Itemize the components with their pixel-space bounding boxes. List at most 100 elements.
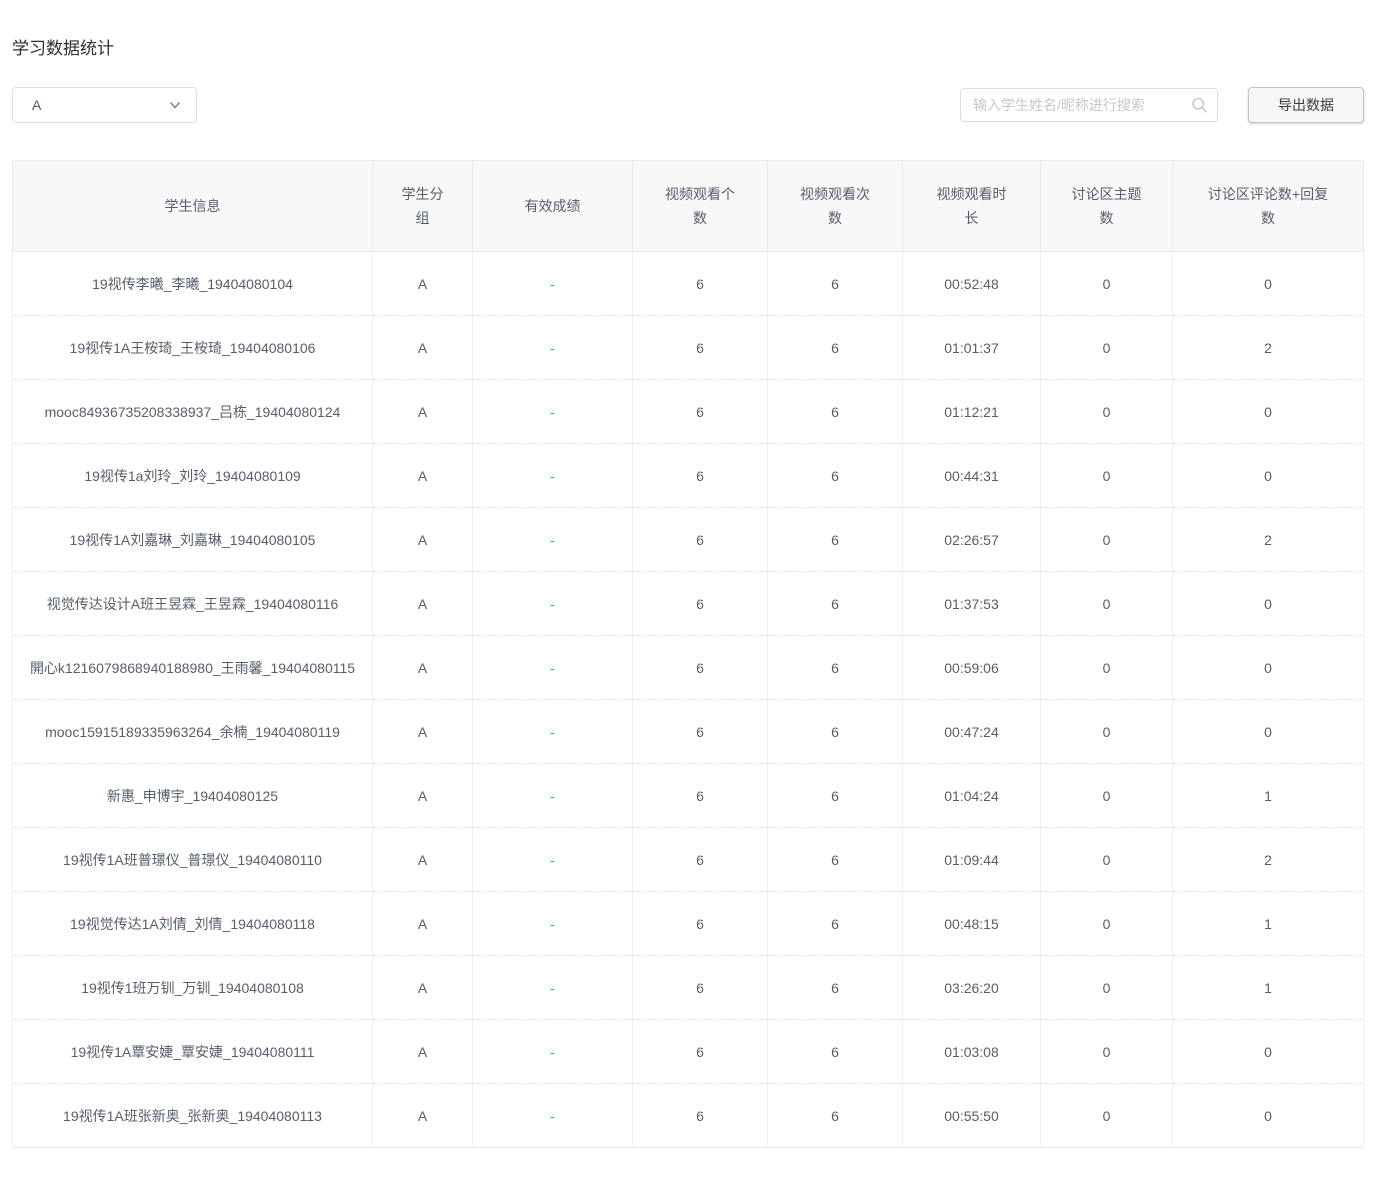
cell-forum-comments: 2: [1173, 508, 1364, 572]
search-box: [960, 88, 1218, 122]
cell-forum-topics: 0: [1041, 892, 1173, 956]
cell-videos-watched: 6: [633, 636, 768, 700]
cell-forum-topics: 0: [1041, 316, 1173, 380]
cell-student-group: A: [373, 572, 473, 636]
cell-videos-watched: 6: [633, 892, 768, 956]
cell-forum-comments: 1: [1173, 892, 1364, 956]
cell-student-info: 19视传1班万钏_万钏_19404080108: [13, 956, 373, 1020]
cell-forum-topics: 0: [1041, 508, 1173, 572]
cell-forum-comments: 0: [1173, 700, 1364, 764]
search-icon[interactable]: [1191, 97, 1208, 114]
cell-forum-comments: 1: [1173, 764, 1364, 828]
cell-student-info: 19视传1A覃安婕_覃安婕_19404080111: [13, 1020, 373, 1084]
search-input[interactable]: [960, 88, 1218, 122]
cell-forum-topics: 0: [1041, 572, 1173, 636]
column-header-duration: 视频观看时长: [903, 161, 1041, 252]
cell-watch-duration: 01:37:53: [903, 572, 1041, 636]
table-row: 新惠_申博宇_19404080125 A - 6 6 01:04:24 0 1: [13, 764, 1364, 828]
table-row: 视觉传达设计A班王昱霖_王昱霖_19404080116 A - 6 6 01:3…: [13, 572, 1364, 636]
cell-forum-comments: 0: [1173, 380, 1364, 444]
column-header-topics: 讨论区主题数: [1041, 161, 1173, 252]
cell-watch-duration: 01:01:37: [903, 316, 1041, 380]
cell-watch-times: 6: [768, 764, 903, 828]
cell-watch-times: 6: [768, 252, 903, 316]
cell-student-info: 19视传1A班张新奥_张新奥_19404080113: [13, 1084, 373, 1148]
cell-forum-topics: 0: [1041, 252, 1173, 316]
cell-student-info: 19视传1A王桉琦_王桉琦_19404080106: [13, 316, 373, 380]
cell-watch-duration: 01:12:21: [903, 380, 1041, 444]
cell-videos-watched: 6: [633, 444, 768, 508]
cell-videos-watched: 6: [633, 508, 768, 572]
cell-watch-duration: 00:52:48: [903, 252, 1041, 316]
cell-student-info: 19视传1A班普璟仪_普璟仪_19404080110: [13, 828, 373, 892]
cell-student-info: 19视传1a刘玲_刘玲_19404080109: [13, 444, 373, 508]
cell-watch-times: 6: [768, 444, 903, 508]
cell-forum-comments: 2: [1173, 828, 1364, 892]
cell-valid-score: -: [473, 828, 633, 892]
cell-watch-times: 6: [768, 892, 903, 956]
cell-forum-topics: 0: [1041, 956, 1173, 1020]
table-row: 開心k1216079868940188980_王雨馨_19404080115 A…: [13, 636, 1364, 700]
cell-forum-comments: 0: [1173, 636, 1364, 700]
cell-forum-topics: 0: [1041, 1020, 1173, 1084]
table-row: mooc15915189335963264_余楠_19404080119 A -…: [13, 700, 1364, 764]
cell-watch-times: 6: [768, 828, 903, 892]
cell-valid-score: -: [473, 1020, 633, 1084]
table-header: 学生信息学生分组有效成绩视频观看个数视频观看次数视频观看时长讨论区主题数讨论区评…: [13, 161, 1364, 252]
toolbar: A 导出数据: [12, 87, 1364, 123]
table-row: 19视传李曦_李曦_19404080104 A - 6 6 00:52:48 0…: [13, 252, 1364, 316]
cell-videos-watched: 6: [633, 380, 768, 444]
students-table-wrap: 学生信息学生分组有效成绩视频观看个数视频观看次数视频观看时长讨论区主题数讨论区评…: [12, 160, 1364, 1148]
cell-valid-score: -: [473, 636, 633, 700]
cell-student-group: A: [373, 380, 473, 444]
cell-videos-watched: 6: [633, 828, 768, 892]
cell-valid-score: -: [473, 892, 633, 956]
cell-watch-times: 6: [768, 316, 903, 380]
cell-watch-duration: 00:59:06: [903, 636, 1041, 700]
cell-watch-times: 6: [768, 636, 903, 700]
cell-student-info: 開心k1216079868940188980_王雨馨_19404080115: [13, 636, 373, 700]
cell-student-info: 19视觉传达1A刘倩_刘倩_19404080118: [13, 892, 373, 956]
table-row: 19视传1a刘玲_刘玲_19404080109 A - 6 6 00:44:31…: [13, 444, 1364, 508]
table-row: 19视传1A班张新奥_张新奥_19404080113 A - 6 6 00:55…: [13, 1084, 1364, 1148]
column-header-group: 学生分组: [373, 161, 473, 252]
cell-student-group: A: [373, 956, 473, 1020]
toolbar-right: 导出数据: [960, 87, 1364, 123]
cell-student-group: A: [373, 828, 473, 892]
table-row: mooc84936735208338937_吕栋_19404080124 A -…: [13, 380, 1364, 444]
cell-watch-times: 6: [768, 380, 903, 444]
table-row: 19视传1A王桉琦_王桉琦_19404080106 A - 6 6 01:01:…: [13, 316, 1364, 380]
cell-forum-comments: 2: [1173, 316, 1364, 380]
cell-student-info: 视觉传达设计A班王昱霖_王昱霖_19404080116: [13, 572, 373, 636]
export-data-button[interactable]: 导出数据: [1248, 87, 1364, 123]
group-select[interactable]: A: [12, 87, 197, 123]
cell-watch-times: 6: [768, 1084, 903, 1148]
cell-watch-times: 6: [768, 572, 903, 636]
cell-videos-watched: 6: [633, 316, 768, 380]
table-row: 19视传1A班普璟仪_普璟仪_19404080110 A - 6 6 01:09…: [13, 828, 1364, 892]
cell-valid-score: -: [473, 956, 633, 1020]
cell-watch-times: 6: [768, 956, 903, 1020]
cell-student-group: A: [373, 636, 473, 700]
cell-watch-times: 6: [768, 508, 903, 572]
cell-valid-score: -: [473, 508, 633, 572]
cell-student-info: 19视传1A刘嘉琳_刘嘉琳_19404080105: [13, 508, 373, 572]
cell-valid-score: -: [473, 700, 633, 764]
learning-stats-page: 学习数据统计 A 导出数据: [0, 34, 1376, 1148]
column-header-student: 学生信息: [13, 161, 373, 252]
cell-student-group: A: [373, 892, 473, 956]
page-title: 学习数据统计: [12, 34, 1364, 59]
cell-forum-topics: 0: [1041, 764, 1173, 828]
cell-videos-watched: 6: [633, 956, 768, 1020]
cell-forum-comments: 0: [1173, 1020, 1364, 1084]
cell-student-group: A: [373, 764, 473, 828]
cell-forum-topics: 0: [1041, 444, 1173, 508]
cell-watch-duration: 01:04:24: [903, 764, 1041, 828]
cell-videos-watched: 6: [633, 252, 768, 316]
cell-watch-duration: 01:09:44: [903, 828, 1041, 892]
cell-student-group: A: [373, 1020, 473, 1084]
cell-watch-duration: 00:55:50: [903, 1084, 1041, 1148]
cell-forum-comments: 0: [1173, 572, 1364, 636]
cell-watch-times: 6: [768, 700, 903, 764]
cell-videos-watched: 6: [633, 1020, 768, 1084]
